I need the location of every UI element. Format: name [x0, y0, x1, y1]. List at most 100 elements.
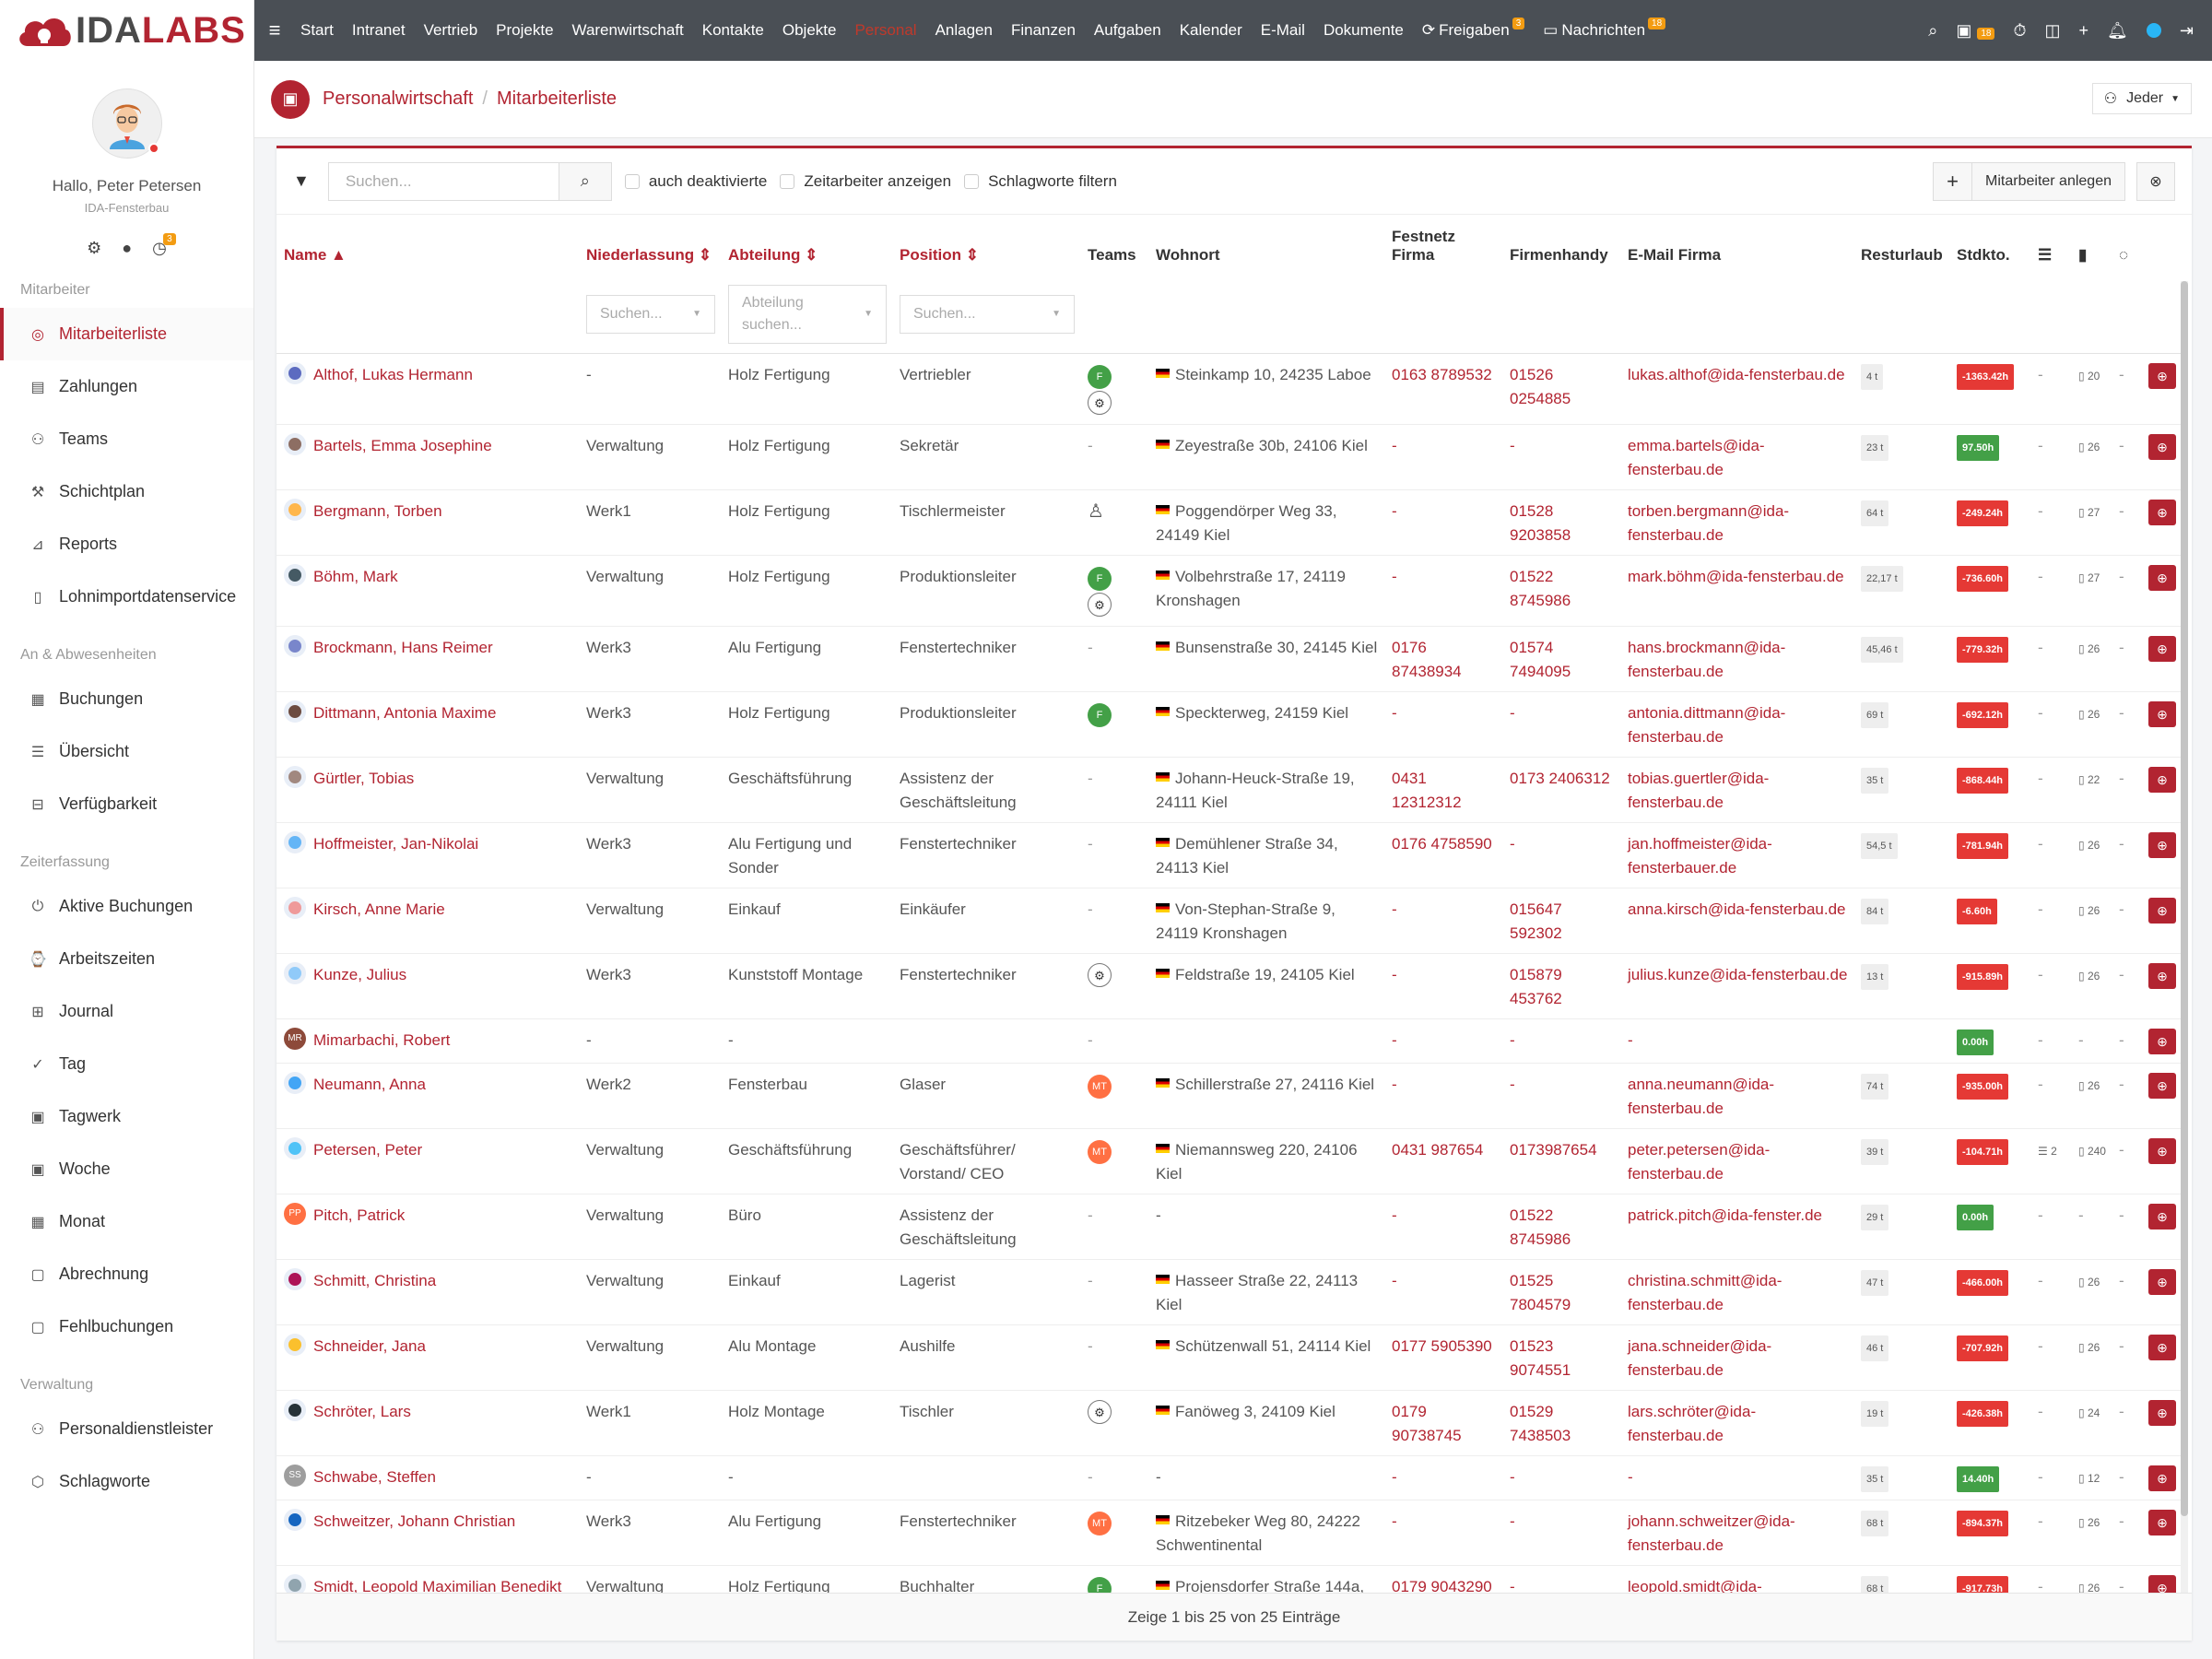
table-row[interactable]: Schneider, Jana Verwaltung Alu Montage A…	[276, 1324, 2184, 1391]
team-icon[interactable]: ⚙	[1088, 962, 1112, 987]
bell-icon[interactable]: 🔔︎	[2107, 21, 2128, 41]
sidebar-item--bersicht[interactable]: ☰ Übersicht	[0, 725, 253, 778]
search-icon[interactable]: ⌕	[1928, 21, 1937, 41]
view-details-button[interactable]: ⊕	[2148, 766, 2176, 793]
table-row[interactable]: Neumann, Anna Werk2 Fensterbau Glaser MT…	[276, 1063, 2184, 1129]
phone-cell[interactable]: -	[1384, 888, 1502, 954]
employee-name[interactable]: MR Mimarbachi, Robert	[276, 1018, 579, 1064]
nav-warenwirtschaft[interactable]: Warenwirtschaft	[563, 0, 693, 61]
sidebar-item-personaldienstleister[interactable]: ⚇ Personaldienstleister	[0, 1403, 253, 1455]
nav-intranet[interactable]: Intranet	[343, 0, 415, 61]
table-row[interactable]: Gürtler, Tobias Verwaltung Geschäftsführ…	[276, 757, 2184, 823]
document-count[interactable]: ▯ 26	[2078, 839, 2100, 852]
document-count[interactable]: ▯ 24	[2078, 1406, 2100, 1419]
phone-cell[interactable]: -	[1384, 424, 1502, 490]
mobile-cell[interactable]: 0173 2406312	[1502, 757, 1620, 823]
team-member-icon[interactable]: ♙	[1088, 501, 1104, 522]
team-badge[interactable]: F	[1088, 566, 1112, 591]
sidebar-item-abrechnung[interactable]: ▢ Abrechnung	[0, 1248, 253, 1300]
document-count[interactable]: ▯ 26	[2078, 441, 2100, 453]
table-row[interactable]: Kirsch, Anne Marie Verwaltung Einkauf Ei…	[276, 888, 2184, 954]
employee-name[interactable]: PP Pitch, Patrick	[276, 1194, 579, 1260]
mobile-cell[interactable]: 015647 592302	[1502, 888, 1620, 954]
mobile-cell[interactable]: 01574 7494095	[1502, 626, 1620, 692]
filter-icon[interactable]: ▼	[293, 171, 310, 191]
table-row[interactable]: Schweitzer, Johann Christian Werk3 Alu F…	[276, 1500, 2184, 1566]
employee-name[interactable]: Kunze, Julius	[276, 953, 579, 1019]
employee-name[interactable]: Althof, Lukas Hermann	[276, 353, 579, 425]
document-count[interactable]: ▯ 26	[2078, 1516, 2100, 1529]
sidebar-item-verf-gbarkeit[interactable]: ⊟ Verfügbarkeit	[0, 778, 253, 830]
mobile-cell[interactable]: 01522 8745986	[1502, 555, 1620, 627]
breadcrumb-root[interactable]: Personalwirtschaft	[323, 88, 473, 110]
document-count[interactable]: ▯ 20	[2078, 370, 2100, 382]
sidebar-item-buchungen[interactable]: ▦ Buchungen	[0, 673, 253, 725]
table-row[interactable]: Schmitt, Christina Verwaltung Einkauf La…	[276, 1259, 2184, 1325]
table-row[interactable]: Bartels, Emma Josephine Verwaltung Holz …	[276, 424, 2184, 490]
email-cell[interactable]: emma.bartels@ida-fensterbau.de	[1620, 424, 1853, 490]
view-details-button[interactable]: ⊕	[2148, 1268, 2176, 1295]
mobile-cell[interactable]: 01523 9074551	[1502, 1324, 1620, 1391]
view-details-button[interactable]: ⊕	[2148, 1137, 2176, 1164]
nav-dokumente[interactable]: Dokumente	[1314, 0, 1413, 61]
view-details-button[interactable]: ⊕	[2148, 1399, 2176, 1426]
sidebar-item-schlagworte[interactable]: ⬡ Schlagworte	[0, 1455, 253, 1508]
mobile-cell[interactable]: 01528 9203858	[1502, 489, 1620, 556]
employee-name[interactable]: Schmitt, Christina	[276, 1259, 579, 1325]
nav-aufgaben[interactable]: Aufgaben	[1085, 0, 1171, 61]
document-count[interactable]: ▯ 26	[2078, 1079, 2100, 1092]
document-count[interactable]: ▯ 26	[2078, 708, 2100, 721]
mobile-cell[interactable]: 01522 8745986	[1502, 1194, 1620, 1260]
table-row[interactable]: PP Pitch, Patrick Verwaltung Büro Assiste…	[276, 1194, 2184, 1260]
sidebar-item-aktive-buchungen[interactable]: ⏻ Aktive Buchungen	[0, 880, 253, 933]
sidebar-item-tagwerk[interactable]: ▣ Tagwerk	[0, 1090, 253, 1143]
view-details-button[interactable]: ⊕	[2148, 831, 2176, 858]
team-badge[interactable]: F	[1088, 702, 1112, 727]
avatar[interactable]	[91, 88, 162, 159]
phone-cell[interactable]: 0176 87438934	[1384, 626, 1502, 692]
checkbox-box[interactable]	[780, 173, 795, 189]
checkbox-deactivated[interactable]: auch deaktivierte	[624, 172, 767, 191]
nav-vertrieb[interactable]: Vertrieb	[415, 0, 488, 61]
view-details-button[interactable]: ⊕	[2148, 1203, 2176, 1230]
team-badge[interactable]: F	[1088, 364, 1112, 389]
document-count[interactable]: ▯ 26	[2078, 642, 2100, 655]
email-cell[interactable]: lars.schröter@ida-fensterbau.de	[1620, 1390, 1853, 1456]
view-details-button[interactable]: ⊕	[2148, 1509, 2176, 1535]
nav-objekte[interactable]: Objekte	[773, 0, 846, 61]
nav-personal[interactable]: Personal	[845, 0, 925, 61]
view-details-button[interactable]: ⊕	[2148, 433, 2176, 460]
phone-cell[interactable]: 0179 90738745	[1384, 1390, 1502, 1456]
mobile-cell[interactable]: 01525 7804579	[1502, 1259, 1620, 1325]
time-notification-icon[interactable]: ◷ 3	[152, 233, 176, 258]
col-position[interactable]: Position ⇕	[892, 215, 1080, 276]
chat-icon[interactable]: ▣ 18	[1956, 21, 1995, 41]
team-icon[interactable]: ⚙	[1088, 390, 1112, 415]
view-details-button[interactable]: ⊕	[2148, 1072, 2176, 1099]
employee-name[interactable]: Brockmann, Hans Reimer	[276, 626, 579, 692]
document-count[interactable]: ▯ 22	[2078, 773, 2100, 786]
sidebar-item-reports[interactable]: ⊿ Reports	[0, 518, 253, 571]
team-icon[interactable]: ⚙	[1088, 1399, 1112, 1424]
mobile-cell[interactable]: -	[1502, 691, 1620, 758]
document-count[interactable]: ▯ 26	[2078, 904, 2100, 917]
position-filter[interactable]: Suchen... ▼	[900, 294, 1075, 334]
sidebar-item-lohnimportdatenservice[interactable]: ▯ Lohnimportdatenservice	[0, 571, 253, 623]
phone-cell[interactable]: -	[1384, 489, 1502, 556]
nav-nachrichten[interactable]: ▭ Nachrichten 18	[1534, 0, 1675, 61]
employee-name[interactable]: Smidt, Leopold Maximilian Benedikt	[276, 1565, 579, 1595]
email-cell[interactable]: torben.bergmann@ida-fensterbau.de	[1620, 489, 1853, 556]
sidebar-item-tag[interactable]: ✓ Tag	[0, 1038, 253, 1090]
employee-name[interactable]: Kirsch, Anne Marie	[276, 888, 579, 954]
table-row[interactable]: Böhm, Mark Verwaltung Holz Fertigung Pro…	[276, 555, 2184, 627]
phone-cell[interactable]: 0179 9043290	[1384, 1565, 1502, 1595]
department-filter[interactable]: Abteilung suchen... ▼	[728, 284, 887, 344]
scrollbar-thumb[interactable]	[2181, 281, 2188, 1516]
sidebar-item-woche[interactable]: ▣ Woche	[0, 1143, 253, 1195]
mobile-cell[interactable]: 01529 7438503	[1502, 1390, 1620, 1456]
mobile-cell[interactable]: -	[1502, 1455, 1620, 1500]
document-count[interactable]: ▯ 26	[2078, 970, 2100, 982]
view-details-button[interactable]: ⊕	[2148, 1334, 2176, 1360]
employee-name[interactable]: Petersen, Peter	[276, 1128, 579, 1194]
employee-name[interactable]: Bartels, Emma Josephine	[276, 424, 579, 490]
